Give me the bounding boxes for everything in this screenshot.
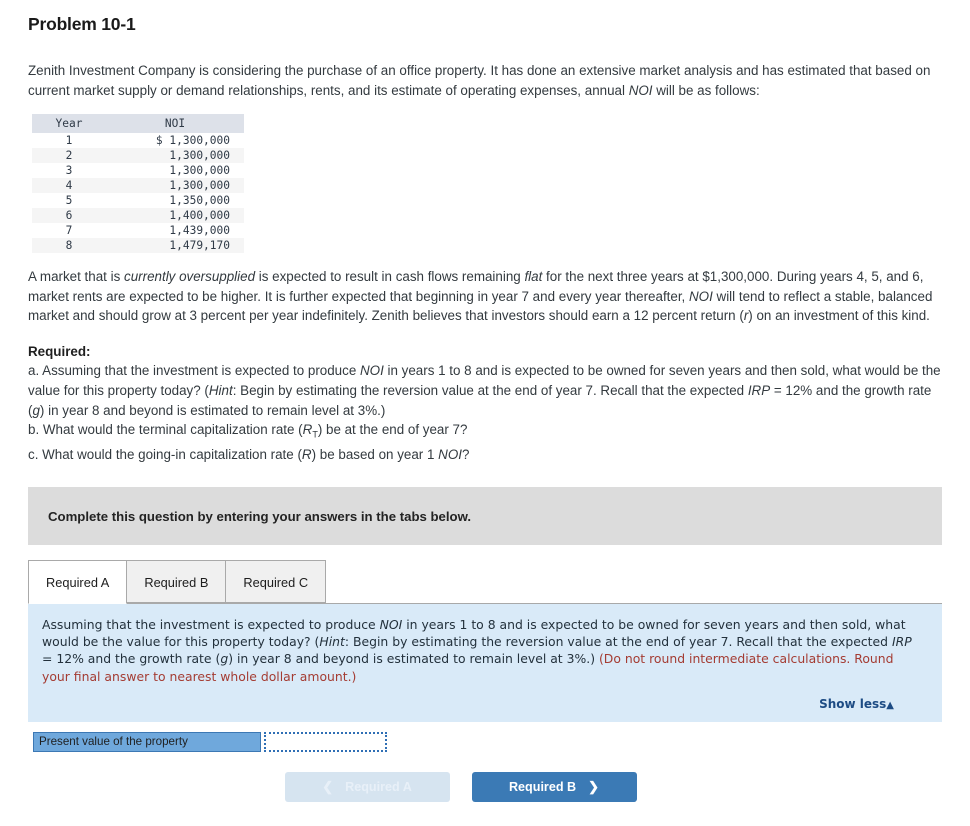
- previous-required-a-button[interactable]: ❮ Required A: [284, 771, 450, 802]
- chevron-left-icon: ❮: [322, 778, 334, 794]
- tab-required-c[interactable]: Required C: [225, 560, 327, 604]
- table-row: 4 1,300,000: [32, 178, 244, 193]
- cell-noi: $ 1,300,000: [155, 134, 230, 147]
- noi-table-wrapper: Year NOI 1 $ 1,300,000 2 1,300,000 3 1,300,…: [32, 114, 948, 253]
- panel-text-4: = 12% and the growth rate (: [42, 651, 221, 667]
- table-row: 2 1,300,000: [32, 148, 244, 163]
- tab-strip: Required A Required B Required C: [28, 560, 942, 605]
- market-text-5: ) on an investment of this kind.: [748, 308, 930, 324]
- show-less-row: Show less▲: [42, 685, 924, 714]
- table-header-row: Year NOI: [32, 114, 244, 133]
- req-a-italic-noi: NOI: [359, 363, 384, 379]
- instruction-banner-text: Complete this question by entering your …: [48, 508, 472, 524]
- required-heading: Required:: [28, 343, 91, 359]
- show-less-link[interactable]: Show less▲: [819, 697, 894, 711]
- required-section: Required: a. Assuming that the investmen…: [28, 342, 948, 465]
- tab-required-a[interactable]: Required A: [28, 560, 128, 605]
- panel-italic-irp: IRP: [891, 634, 912, 650]
- req-a-italic-g: g: [32, 402, 40, 418]
- req-a-text-3: : Begin by estimating the reversion valu…: [232, 382, 748, 398]
- cell-noi: 1,350,000: [169, 194, 230, 207]
- noi-table-head: Year NOI: [32, 114, 244, 133]
- noi-table-body: 1 $ 1,300,000 2 1,300,000 3 1,300,000 4 1,30…: [32, 133, 244, 253]
- navigation-buttons: ❮ Required A Required B ❯: [28, 771, 948, 802]
- panel-text-1: Assuming that the investment is expected…: [42, 617, 380, 633]
- req-a-text-1: a. Assuming that the investment is expec…: [28, 363, 360, 379]
- req-b-text-2: ) be at the end of year 7?: [317, 422, 468, 438]
- question-panel-text: Assuming that the investment is expected…: [42, 616, 924, 685]
- intro-text-1: Zenith Investment Company is considering…: [28, 63, 931, 98]
- required-item-c: c. What would the going-in capitalizatio…: [28, 445, 948, 465]
- req-b-text-1: b. What would the terminal capitalizatio…: [28, 422, 303, 438]
- req-a-text-5: ) in year 8 and beyond is estimated to r…: [39, 402, 386, 418]
- chevron-right-icon: ❯: [588, 778, 600, 794]
- cell-noi: 1,300,000: [169, 149, 230, 162]
- market-paragraph: A market that is currently oversupplied …: [28, 267, 948, 326]
- cell-noi: 1,400,000: [169, 209, 230, 222]
- tab-required-b[interactable]: Required B: [126, 560, 227, 604]
- cell-year: 4: [65, 179, 73, 192]
- intro-paragraph: Zenith Investment Company is considering…: [28, 61, 948, 100]
- noi-table: Year NOI 1 $ 1,300,000 2 1,300,000 3 1,300,…: [32, 114, 244, 253]
- question-panel: Assuming that the investment is expected…: [28, 604, 942, 722]
- answer-label: Present value of the property: [33, 731, 261, 752]
- req-b-italic-r: R: [302, 422, 313, 438]
- market-text-1: A market that is: [28, 269, 125, 284]
- show-less-label: Show less: [819, 696, 887, 711]
- table-row: 3 1,300,000: [32, 163, 244, 178]
- next-required-b-button[interactable]: Required B ❯: [471, 771, 637, 802]
- problem-page: Problem 10-1 Zenith Investment Company i…: [0, 0, 970, 802]
- panel-text-3: : Begin by estimating the reversion valu…: [344, 634, 892, 650]
- cell-year: 3: [65, 164, 73, 177]
- column-header-year: Year: [32, 114, 106, 133]
- table-row: 6 1,400,000: [32, 208, 244, 223]
- caret-up-icon: ▲: [886, 699, 894, 711]
- cell-noi: 1,439,000: [169, 224, 230, 237]
- intro-text-2: will be as follows:: [652, 82, 760, 98]
- prev-button-label: Required A: [345, 779, 412, 794]
- req-c-text-2: ) be based on year 1: [311, 447, 439, 463]
- cell-year: 6: [65, 209, 73, 222]
- table-row: 5 1,350,000: [32, 193, 244, 208]
- table-row: 7 1,439,000: [32, 223, 244, 238]
- req-c-italic-r: R: [301, 447, 312, 463]
- req-c-text-3: ?: [461, 447, 470, 463]
- cell-year: 2: [65, 149, 73, 162]
- panel-text-5: ) in year 8 and beyond is estimated to r…: [228, 651, 599, 667]
- instruction-banner: Complete this question by entering your …: [28, 487, 942, 546]
- market-text-2: is expected to result in cash flows rema…: [255, 269, 525, 284]
- market-italic-oversupplied: currently oversupplied: [124, 269, 256, 284]
- answer-row: Present value of the property: [33, 731, 948, 752]
- req-a-italic-irp: IRP: [747, 382, 771, 398]
- present-value-input[interactable]: [264, 731, 387, 752]
- cell-year: 8: [65, 239, 73, 252]
- page-title: Problem 10-1: [28, 14, 136, 34]
- cell-year: 5: [65, 194, 73, 207]
- panel-italic-hint: Hint: [319, 634, 345, 650]
- required-item-a: a. Assuming that the investment is expec…: [28, 361, 948, 420]
- market-italic-noi: NOI: [689, 288, 713, 304]
- cell-noi: 1,479,170: [169, 239, 230, 252]
- column-header-noi: NOI: [106, 114, 244, 133]
- panel-italic-noi: NOI: [379, 617, 403, 633]
- cell-noi: 1,300,000: [169, 179, 230, 192]
- required-item-b: b. What would the terminal capitalizatio…: [28, 420, 948, 445]
- req-c-italic-noi: NOI: [438, 447, 462, 463]
- intro-italic-noi: NOI: [628, 82, 653, 98]
- cell-year: 1: [65, 134, 73, 147]
- table-row: 8 1,479,170: [32, 238, 244, 253]
- cell-noi: 1,300,000: [169, 164, 230, 177]
- market-italic-flat: flat: [524, 269, 543, 284]
- cell-year: 7: [65, 224, 73, 237]
- req-c-text-1: c. What would the going-in capitalizatio…: [28, 447, 302, 463]
- table-row: 1 $ 1,300,000: [32, 133, 244, 148]
- next-button-label: Required B: [508, 779, 577, 794]
- req-a-italic-hint: Hint: [208, 382, 233, 398]
